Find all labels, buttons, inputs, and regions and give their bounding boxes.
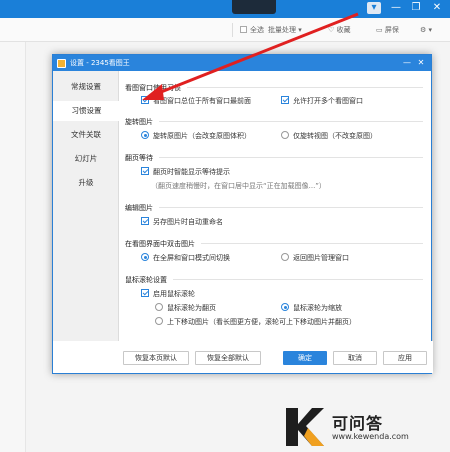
settings-content: 看图窗口使用习惯 看图窗口总位于所有窗口最前面 允许打开多个看图窗口 旋转图片 … [123, 71, 429, 341]
apply-button[interactable]: 应用 [383, 351, 427, 365]
menu-dropdown-icon[interactable]: ▾ [367, 2, 381, 14]
option-auto-rename[interactable]: 另存图片时自动重命名 [141, 217, 223, 227]
option-label: 看图窗口总位于所有窗口最前面 [153, 97, 251, 105]
title-bar-block [232, 0, 276, 14]
option-label: 在全屏和窗口模式间切换 [153, 254, 230, 262]
section-divider [201, 243, 423, 244]
select-all-checkbox[interactable] [240, 26, 247, 33]
toolbar-divider [232, 23, 233, 37]
radio-icon[interactable] [281, 131, 289, 139]
heart-icon: ♡ [328, 26, 337, 34]
pageturn-hint: （翻页速度稍慢时，在窗口居中显示“正在加载图像...”） [151, 182, 326, 190]
app-toolbar: 全选 批量处理 ▾ ♡ 收藏 ▭ 屏保 ⚙ ▾ [0, 18, 450, 42]
monitor-icon: ▭ [376, 26, 385, 34]
nav-item-general[interactable]: 常规设置 [53, 77, 119, 97]
option-label: 鼠标滚轮为翻页 [167, 304, 216, 312]
left-pane [0, 42, 26, 452]
option-wheel-zoom[interactable]: 鼠标滚轮为缩放 [281, 303, 342, 313]
ok-button[interactable]: 确定 [283, 351, 327, 365]
checkbox-icon[interactable] [141, 217, 149, 225]
option-multiple-windows[interactable]: 允许打开多个看图窗口 [281, 96, 363, 106]
select-all-button[interactable]: 全选 [240, 24, 264, 36]
option-label: 旋转原图片（会改变原图体积） [153, 132, 251, 140]
nav-item-file-association[interactable]: 文件关联 [53, 125, 119, 145]
settings-dialog: 设置 - 2345看图王 — ✕ 常规设置 习惯设置 文件关联 幻灯片 升级 看… [52, 54, 433, 374]
section-heading-edit: 编辑图片 [125, 203, 423, 213]
dialog-footer: 恢复本页默认 恢复全部默认 确定 取消 应用 [53, 341, 433, 373]
option-label: 仅旋转视图（不改变原图） [293, 132, 377, 140]
dialog-title: 设置 - 2345看图王 [70, 59, 130, 67]
watermark-title: 可问答 [332, 414, 384, 433]
radio-icon[interactable] [155, 317, 163, 325]
section-heading-wheel: 鼠标滚轮设置 [125, 275, 423, 285]
more-tools-button[interactable]: ⚙ ▾ [420, 24, 432, 36]
settings-nav: 常规设置 习惯设置 文件关联 幻灯片 升级 [53, 71, 120, 373]
cancel-button[interactable]: 取消 [333, 351, 377, 365]
checkbox-icon[interactable] [141, 289, 149, 297]
option-back-to-manager[interactable]: 返回图片管理窗口 [281, 253, 349, 263]
option-label: 允许打开多个看图窗口 [293, 97, 363, 105]
option-label: 翻页时智能显示等待提示 [153, 168, 230, 176]
watermark-url: www.kewenda.com [332, 432, 409, 441]
radio-icon[interactable] [141, 131, 149, 139]
radio-icon[interactable] [141, 253, 149, 261]
checkbox-icon[interactable] [141, 96, 149, 104]
radio-icon[interactable] [155, 303, 163, 311]
section-heading-pageturn: 翻页等待 [125, 153, 423, 163]
maximize-button[interactable]: ❐ [409, 2, 423, 14]
radio-icon[interactable] [281, 253, 289, 261]
checkbox-icon[interactable] [281, 96, 289, 104]
favorite-label: 收藏 [336, 26, 351, 34]
watermark-logo-icon [286, 408, 324, 446]
section-divider [173, 279, 423, 280]
option-rotate-view[interactable]: 仅旋转视图（不改变原图） [281, 131, 377, 141]
option-smart-wait[interactable]: 翻页时智能显示等待提示 [141, 167, 230, 177]
option-enable-wheel[interactable]: 启用鼠标滚轮 [141, 289, 195, 299]
close-button[interactable]: ✕ [430, 2, 444, 14]
section-divider [187, 87, 423, 88]
nav-item-habits[interactable]: 习惯设置 [53, 101, 120, 121]
app-title-bar: ▾ — ❐ ✕ [0, 0, 450, 18]
option-wheel-move[interactable]: 上下移动图片（看长图更方便，滚轮可上下移动图片并翻页） [155, 317, 356, 327]
option-always-on-top[interactable]: 看图窗口总位于所有窗口最前面 [141, 96, 251, 106]
site-watermark: 可问答 www.kewenda.com [282, 402, 450, 452]
dialog-close-button[interactable]: ✕ [415, 57, 427, 69]
select-all-label: 全选 [250, 26, 264, 34]
radio-icon[interactable] [281, 303, 289, 311]
option-label: 返回图片管理窗口 [293, 254, 349, 262]
option-label: 另存图片时自动重命名 [153, 218, 223, 226]
restore-all-default-button[interactable]: 恢复全部默认 [195, 351, 261, 365]
restore-page-default-button[interactable]: 恢复本页默认 [123, 351, 189, 365]
nav-item-upgrade[interactable]: 升级 [53, 173, 119, 193]
checkbox-icon[interactable] [141, 167, 149, 175]
minimize-button[interactable]: — [389, 2, 403, 14]
option-wheel-page[interactable]: 鼠标滚轮为翻页 [155, 303, 216, 313]
dialog-minimize-button[interactable]: — [401, 57, 413, 69]
dialog-title-bar[interactable]: 设置 - 2345看图王 — ✕ [53, 55, 431, 71]
section-divider [159, 157, 423, 158]
app-logo-icon [57, 59, 66, 68]
batch-process-button[interactable]: 批量处理 ▾ [268, 24, 302, 36]
option-label: 上下移动图片（看长图更方便，滚轮可上下移动图片并翻页） [167, 318, 356, 326]
section-divider [159, 207, 423, 208]
option-label: 鼠标滚轮为缩放 [293, 304, 342, 312]
section-heading-rotate: 旋转图片 [125, 117, 423, 127]
section-heading-habit: 看图窗口使用习惯 [125, 83, 423, 93]
favorite-button[interactable]: ♡ 收藏 [328, 24, 351, 36]
screensaver-button[interactable]: ▭ 屏保 [376, 24, 399, 36]
screensaver-label: 屏保 [384, 26, 399, 34]
option-rotate-original[interactable]: 旋转原图片（会改变原图体积） [141, 131, 251, 141]
section-heading-dblclick: 在看图界面中双击图片 [125, 239, 423, 249]
option-label: 启用鼠标滚轮 [153, 290, 195, 298]
section-divider [159, 121, 423, 122]
nav-item-slideshow[interactable]: 幻灯片 [53, 149, 119, 169]
option-toggle-fullscreen[interactable]: 在全屏和窗口模式间切换 [141, 253, 230, 263]
